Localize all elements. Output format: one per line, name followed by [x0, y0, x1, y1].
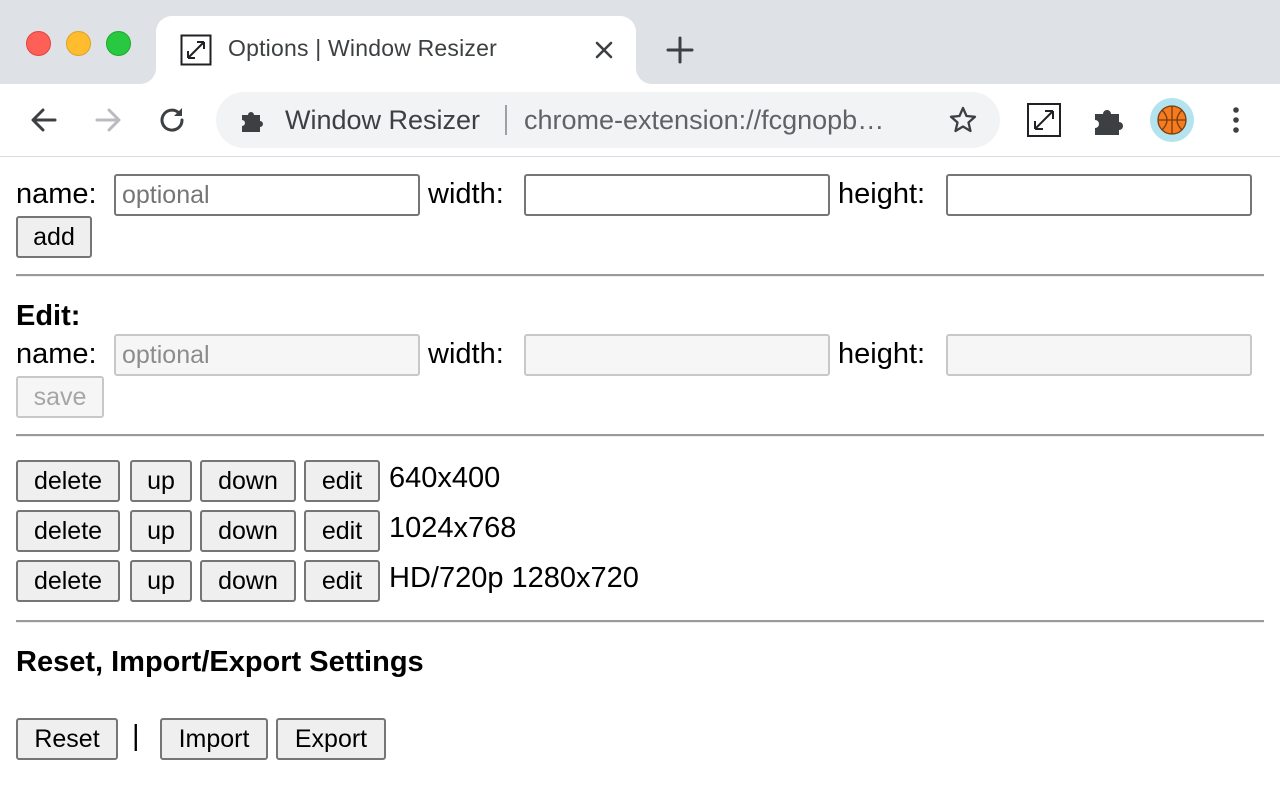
delete-button[interactable]: delete: [16, 460, 120, 502]
resize-arrows-icon: [180, 34, 212, 66]
preset-label: 640x400: [389, 462, 501, 494]
divider: [16, 274, 1264, 277]
delete-button[interactable]: delete: [16, 510, 120, 552]
button-separator: |: [132, 720, 140, 752]
profile-avatar[interactable]: [1150, 98, 1194, 142]
add-height-input[interactable]: [946, 174, 1252, 216]
window-minimize-button[interactable]: [66, 31, 91, 56]
add-height-label: height:: [838, 178, 926, 210]
edit-button[interactable]: edit: [304, 510, 380, 552]
url-text[interactable]: chrome-extension://fcgnopb…: [524, 105, 924, 136]
basketball-icon: [1157, 105, 1187, 135]
settings-heading: Reset, Import/Export Settings: [16, 646, 424, 678]
tab-title: Options | Window Resizer: [228, 35, 497, 61]
forward-arrow-icon[interactable]: [90, 102, 126, 138]
add-width-input[interactable]: [524, 174, 830, 216]
divider: [16, 620, 1264, 623]
window-close-button[interactable]: [26, 31, 51, 56]
add-width-label: width:: [428, 178, 504, 210]
close-icon[interactable]: [590, 36, 618, 64]
extensions-puzzle-icon[interactable]: [1090, 102, 1126, 138]
options-page: name: width: height: add Edit: name: wid…: [0, 158, 1280, 800]
export-button[interactable]: Export: [276, 718, 386, 760]
edit-width-input[interactable]: [524, 334, 830, 376]
window-zoom-button[interactable]: [106, 31, 131, 56]
delete-button[interactable]: delete: [16, 560, 120, 602]
edit-width-label: width:: [428, 338, 504, 370]
preset-label: HD/720p 1280x720: [389, 562, 639, 594]
down-button[interactable]: down: [200, 560, 296, 602]
active-tab[interactable]: Options | Window Resizer: [156, 16, 636, 84]
up-button[interactable]: up: [130, 560, 192, 602]
edit-heading: Edit:: [16, 300, 81, 332]
down-button[interactable]: down: [200, 510, 296, 552]
preset-label: 1024x768: [389, 512, 517, 544]
tab-strip: Options | Window Resizer: [0, 0, 1280, 84]
save-button[interactable]: save: [16, 376, 104, 418]
add-name-label: name:: [16, 178, 97, 210]
browser-toolbar: Window Resizer chrome-extension://fcgnop…: [0, 84, 1280, 157]
import-button[interactable]: Import: [160, 718, 268, 760]
reset-button[interactable]: Reset: [16, 718, 118, 760]
kebab-menu-icon[interactable]: [1218, 102, 1254, 138]
add-button[interactable]: add: [16, 216, 92, 258]
new-tab-icon[interactable]: [664, 34, 696, 66]
edit-button[interactable]: edit: [304, 560, 380, 602]
puzzle-icon: [242, 112, 263, 132]
up-button[interactable]: up: [130, 460, 192, 502]
add-name-input[interactable]: [114, 174, 420, 216]
edit-height-label: height:: [838, 338, 926, 370]
edit-button[interactable]: edit: [304, 460, 380, 502]
divider: [16, 434, 1264, 437]
omnibox[interactable]: Window Resizer chrome-extension://fcgnop…: [216, 92, 1000, 148]
down-button[interactable]: down: [200, 460, 296, 502]
edit-height-input[interactable]: [946, 334, 1252, 376]
edit-name-input[interactable]: [114, 334, 420, 376]
window-resizer-extension-icon[interactable]: [1026, 102, 1062, 138]
up-button[interactable]: up: [130, 510, 192, 552]
back-arrow-icon[interactable]: [26, 102, 62, 138]
reload-icon[interactable]: [154, 102, 190, 138]
extension-name: Window Resizer: [285, 105, 481, 135]
omnibox-divider: [505, 105, 507, 135]
edit-name-label: name:: [16, 338, 97, 370]
bookmark-star-icon[interactable]: [948, 105, 978, 135]
